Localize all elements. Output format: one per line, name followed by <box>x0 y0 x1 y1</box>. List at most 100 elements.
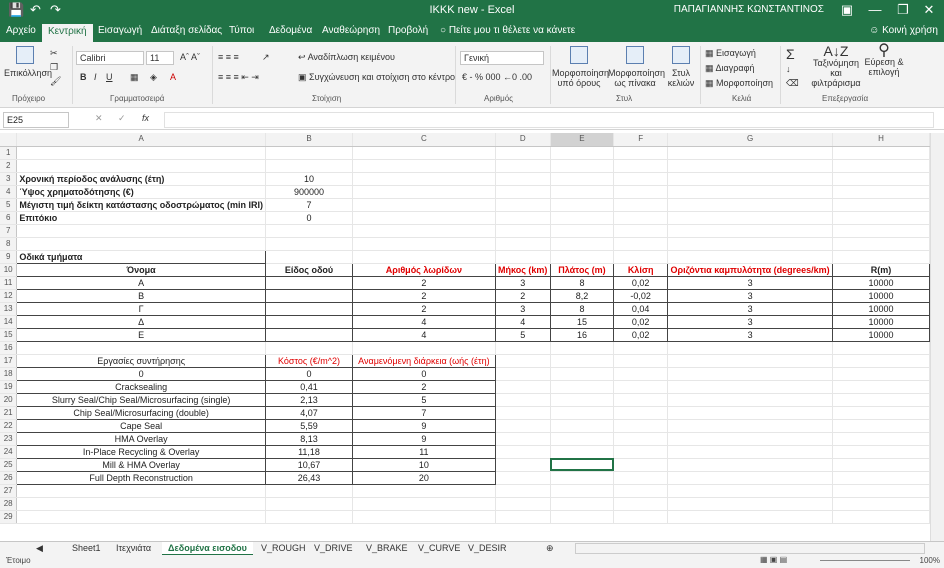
cell[interactable] <box>667 445 834 459</box>
cell[interactable] <box>16 146 266 160</box>
cell[interactable] <box>550 224 615 238</box>
row-header[interactable]: 2 <box>0 159 18 173</box>
cell[interactable] <box>667 484 834 498</box>
name-box[interactable]: E25 <box>3 112 69 128</box>
cell[interactable] <box>550 185 615 199</box>
segment-cell[interactable]: -0,02 <box>613 288 669 303</box>
cell[interactable] <box>495 341 551 355</box>
cell[interactable] <box>495 380 551 394</box>
cell[interactable] <box>667 172 834 186</box>
sheet-nav-prev-icon[interactable]: ◀ <box>30 542 49 555</box>
cell[interactable] <box>832 224 930 238</box>
zoom-level[interactable]: 100% <box>920 556 940 565</box>
cell[interactable] <box>495 432 551 446</box>
format-painter-icon[interactable]: 🖌 <box>50 76 61 87</box>
column-header[interactable]: C <box>352 133 496 147</box>
cell[interactable] <box>495 445 551 459</box>
cell[interactable] <box>613 354 669 368</box>
segment-cell[interactable]: 2 <box>352 275 496 290</box>
cell[interactable] <box>16 224 266 238</box>
cell[interactable] <box>550 393 615 407</box>
cell[interactable] <box>550 341 615 355</box>
segment-cell[interactable]: Α <box>16 275 266 290</box>
row-header[interactable]: 14 <box>0 315 18 329</box>
segment-header[interactable]: Όνομα <box>16 262 266 277</box>
cell[interactable] <box>832 159 930 173</box>
segment-cell[interactable]: 2 <box>352 301 496 316</box>
cell[interactable] <box>16 510 266 524</box>
maint-cell[interactable]: 20 <box>352 470 496 485</box>
maint-cell[interactable]: Mill & HMA Overlay <box>16 457 266 472</box>
cell[interactable] <box>495 146 551 160</box>
cell[interactable] <box>613 237 669 251</box>
cell[interactable] <box>550 237 615 251</box>
cell[interactable] <box>495 159 551 173</box>
maint-header[interactable]: Αναμενόμενη διάρκεια (ωής (έτη) <box>352 353 496 368</box>
font-size-select[interactable]: 11 <box>146 51 174 65</box>
column-header[interactable]: F <box>613 133 669 147</box>
cell[interactable] <box>667 367 834 381</box>
sort-filter-button[interactable]: A↓Z Ταξινόμηση και φιλτράρισμα <box>808 44 864 88</box>
normal-view-icon[interactable]: ▦ ▣ ▤ <box>760 555 787 564</box>
cell[interactable] <box>495 354 551 368</box>
cell[interactable] <box>613 380 669 394</box>
cell[interactable] <box>667 159 834 173</box>
cell[interactable] <box>550 432 615 446</box>
format-as-table-button[interactable]: Μορφοποίηση ως πίνακα <box>608 46 665 88</box>
segment-cell[interactable]: 10000 <box>832 314 930 329</box>
row-header[interactable]: 18 <box>0 367 18 381</box>
param-label[interactable]: Ύψος χρηματοδότησης (€) <box>16 185 266 199</box>
segment-cell[interactable]: 0,04 <box>613 301 669 316</box>
cell[interactable] <box>667 354 834 368</box>
maint-cell[interactable]: 11,18 <box>264 444 354 459</box>
segment-cell[interactable]: 16 <box>549 327 615 342</box>
cell[interactable] <box>550 367 615 381</box>
cell[interactable] <box>613 510 669 524</box>
cell[interactable] <box>613 458 669 472</box>
cell[interactable] <box>832 250 930 264</box>
function-icon[interactable]: fx <box>142 113 149 123</box>
paste-button[interactable]: Επικόλληση <box>4 46 52 78</box>
underline-button[interactable]: U <box>106 72 113 82</box>
cell[interactable] <box>352 172 496 186</box>
cell[interactable] <box>495 393 551 407</box>
cell[interactable] <box>550 380 615 394</box>
maximize-icon[interactable]: ❐ <box>890 2 916 18</box>
zoom-slider[interactable] <box>820 560 910 561</box>
row-header[interactable]: 15 <box>0 328 18 342</box>
cell[interactable] <box>495 185 551 199</box>
tab-data[interactable]: Δεδομένα <box>269 25 312 36</box>
format-cells-button[interactable]: ▦ Μορφοποίηση <box>705 78 773 89</box>
row-header[interactable]: 4 <box>0 185 18 199</box>
maint-cell[interactable]: In-Place Recycling & Overlay <box>16 444 266 459</box>
cell[interactable] <box>495 250 551 264</box>
cell[interactable] <box>495 471 551 485</box>
cell[interactable] <box>832 380 930 394</box>
maint-cell[interactable]: HMA Overlay <box>16 431 266 446</box>
segment-cell[interactable]: 4 <box>352 314 496 329</box>
segment-cell[interactable]: Δ <box>16 314 266 329</box>
segment-cell[interactable]: 2 <box>494 288 551 303</box>
cell[interactable] <box>495 419 551 433</box>
insert-cells-button[interactable]: ▦ Εισαγωγή <box>705 48 756 59</box>
param-label[interactable]: Επιτόκιο <box>16 211 266 225</box>
row-header[interactable]: 29 <box>0 510 18 524</box>
cell[interactable] <box>613 484 669 498</box>
column-header[interactable]: G <box>667 133 834 147</box>
segment-cell[interactable]: 15 <box>549 314 615 329</box>
sheet-tab-2[interactable]: Ιτεχνιάτα <box>110 542 157 554</box>
cell[interactable] <box>613 146 669 160</box>
cell[interactable] <box>550 484 615 498</box>
maint-cell[interactable]: 5 <box>352 392 496 407</box>
cell[interactable] <box>550 354 615 368</box>
cell[interactable] <box>16 159 266 173</box>
row-header[interactable]: 23 <box>0 432 18 446</box>
cell[interactable] <box>667 237 834 251</box>
cell[interactable] <box>550 445 615 459</box>
segment-cell[interactable]: 10000 <box>832 327 930 342</box>
segment-cell[interactable]: 3 <box>667 327 834 342</box>
fill-color-icon[interactable]: ◈ <box>150 72 157 83</box>
cell[interactable] <box>352 185 496 199</box>
cell[interactable] <box>495 172 551 186</box>
cell[interactable] <box>613 250 669 264</box>
